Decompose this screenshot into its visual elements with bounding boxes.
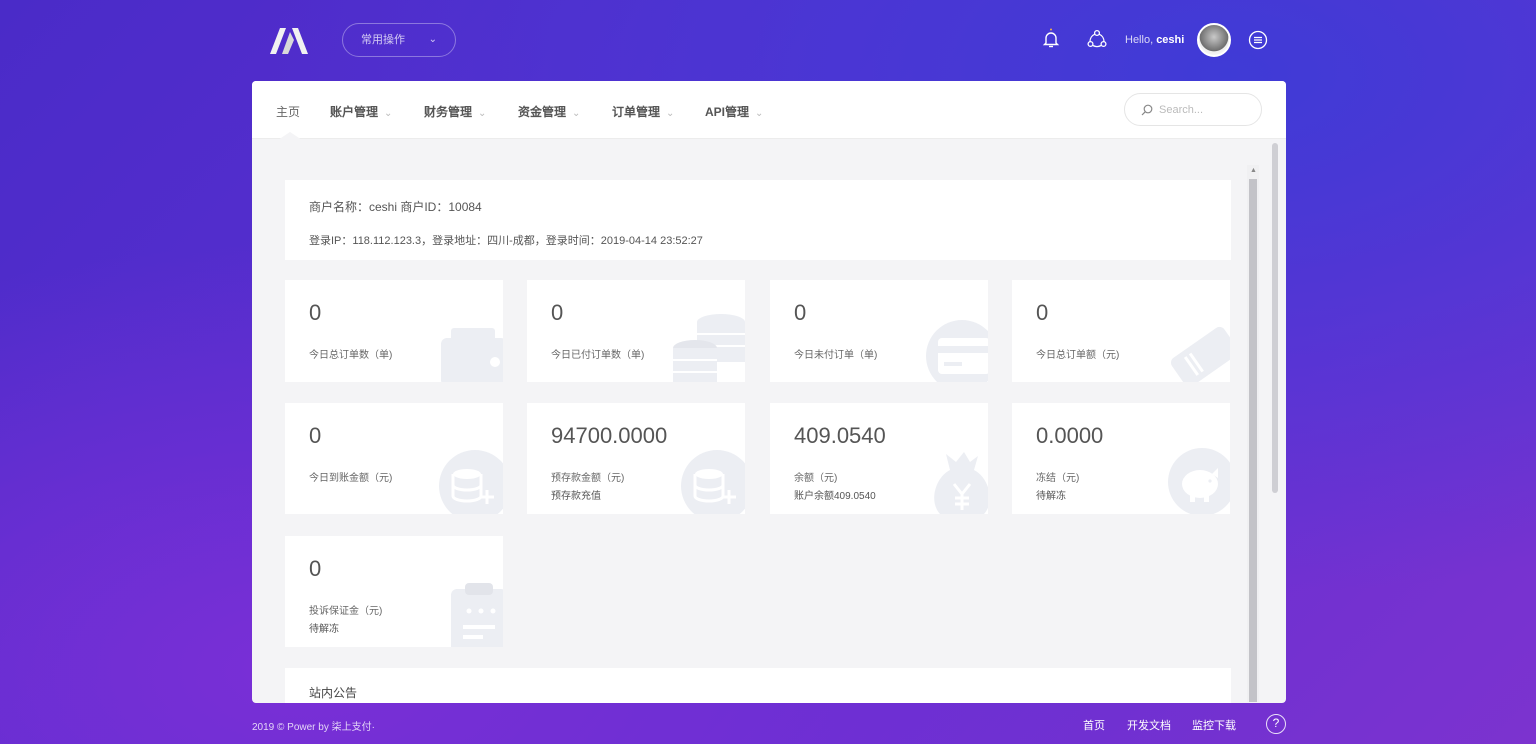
stat-label: 今日到账金额（元) (309, 473, 393, 484)
chevron-down-icon: ⌄ (478, 108, 487, 119)
stat-value: 0 (551, 300, 564, 325)
stat-sub: 待解冻 (309, 624, 339, 635)
nav-bar: 主页 账户管理 ⌄ 财务管理 ⌄ 资金管理 ⌄ 订单管理 ⌄ API管理 ⌄ (252, 81, 1286, 139)
help-icon[interactable]: ? (1266, 714, 1286, 734)
menu-icon[interactable] (1248, 30, 1268, 50)
prepaid-recharge-link[interactable]: 预存款充值 (551, 487, 601, 502)
stat-label: 今日未付订单（单) (794, 350, 878, 361)
search-box[interactable] (1124, 93, 1262, 126)
logo[interactable] (268, 26, 310, 56)
nav-item-account[interactable]: 账户管理 ⌄ (330, 103, 392, 120)
nav-item-label: 财务管理 (424, 105, 473, 119)
stat-value: 0 (309, 423, 322, 448)
credit-card-icon (926, 320, 988, 382)
stat-value: 0 (309, 300, 322, 325)
footer-link-monitor-download[interactable]: 监控下载 (1192, 717, 1236, 733)
nav-item-api[interactable]: API管理 ⌄ (705, 103, 763, 120)
username[interactable]: ceshi (1156, 34, 1184, 46)
stat-card-prepaid-amount[interactable]: 94700.0000 预存款金额（元) 预存款充值 (527, 403, 745, 514)
dashboard-content: 商户名称：ceshi 商户ID：10084 登录IP：118.112.123.3… (268, 165, 1232, 703)
merchant-name-id: 商户名称：ceshi 商户ID：10084 (309, 200, 482, 214)
chevron-down-icon: ⌄ (755, 108, 764, 119)
clipboard-icon (451, 583, 503, 647)
nav-item-finance[interactable]: 财务管理 ⌄ (424, 103, 486, 120)
stat-value: 0.0000 (1036, 423, 1104, 448)
announcements-title: 站内公告 (309, 686, 358, 700)
active-nav-indicator (278, 132, 302, 140)
avatar[interactable] (1197, 23, 1231, 57)
stat-label: 投诉保证金（元) (309, 606, 383, 617)
footer-link-home[interactable]: 首页 (1083, 717, 1105, 733)
coin-add-icon (681, 450, 745, 514)
stat-value: 0 (794, 300, 807, 325)
greeting: Hello, ceshi (1125, 34, 1184, 46)
stat-sub: 账户余额409.0540 (794, 491, 876, 502)
footer-link-dev-docs[interactable]: 开发文档 (1127, 717, 1171, 733)
top-bar: 常用操作 ⌄ Hello, ceshi (252, 18, 1286, 64)
wallet-icon (441, 328, 503, 382)
chevron-down-icon: ⌄ (428, 34, 437, 45)
stat-card-complaint-deposit[interactable]: 0 投诉保证金（元) 待解冻 (285, 536, 503, 647)
greeting-prefix: Hello, (1125, 34, 1157, 46)
stat-label: 预存款金额（元) (551, 473, 625, 484)
stat-value: 0 (1036, 300, 1049, 325)
share-icon[interactable] (1086, 28, 1108, 50)
bell-icon[interactable] (1040, 28, 1062, 50)
merchant-info-card: 商户名称：ceshi 商户ID：10084 登录IP：118.112.123.3… (285, 180, 1231, 260)
stat-card-today-unpaid-orders[interactable]: 0 今日未付订单（单) (770, 280, 988, 382)
announcements-card: 站内公告 (285, 668, 1231, 703)
stat-card-today-order-amount[interactable]: 0 今日总订单额（元) (1012, 280, 1230, 382)
chevron-down-icon: ⌄ (384, 108, 393, 119)
nav-item-funds[interactable]: 资金管理 ⌄ (518, 103, 580, 120)
nav-item-label: 账户管理 (330, 105, 379, 119)
stat-sub: 待解冻 (1036, 491, 1066, 502)
search-icon (1141, 104, 1153, 116)
nav-item-label: API管理 (705, 105, 750, 119)
stat-label: 余额（元) (794, 473, 838, 484)
page-scrollbar[interactable] (1272, 143, 1278, 493)
stat-card-frozen[interactable]: 0.0000 冻结（元) 待解冻 (1012, 403, 1230, 514)
quick-actions-label: 常用操作 (361, 34, 405, 46)
nav-item-label: 资金管理 (518, 105, 567, 119)
chevron-down-icon: ⌄ (666, 108, 675, 119)
stat-card-today-orders[interactable]: 0 今日总订单数（单) (285, 280, 503, 382)
footer-copyright: 2019 © Power by 柒上支付· (252, 722, 375, 733)
stat-label: 今日总订单额（元) (1036, 350, 1120, 361)
stat-card-balance[interactable]: 409.0540 余额（元) 账户余额409.0540 (770, 403, 988, 514)
stat-card-today-received[interactable]: 0 今日到账金额（元) (285, 403, 503, 514)
stat-value: 94700.0000 (551, 423, 668, 448)
nav-item-home[interactable]: 主页 (276, 103, 300, 120)
money-bag-icon (934, 452, 988, 514)
quick-actions-dropdown[interactable]: 常用操作 ⌄ (342, 23, 456, 57)
ticket-icon (1170, 326, 1230, 382)
login-info: 登录IP：118.112.123.3，登录地址：四川-成都，登录时间：2019-… (309, 235, 703, 247)
nav-item-label: 订单管理 (612, 105, 661, 119)
chevron-down-icon: ⌄ (572, 108, 581, 119)
stat-label: 今日已付订单数（单) (551, 350, 645, 361)
main-panel: 主页 账户管理 ⌄ 财务管理 ⌄ 资金管理 ⌄ 订单管理 ⌄ API管理 ⌄ 商户名称：c… (252, 81, 1286, 703)
nav-item-orders[interactable]: 订单管理 ⌄ (612, 103, 674, 120)
scroll-up-icon[interactable]: ▲ (1250, 167, 1257, 174)
coin-add-icon (439, 450, 503, 514)
search-input[interactable] (1159, 101, 1249, 119)
stat-label: 今日总订单数（单) (309, 350, 393, 361)
piggy-bank-icon (1168, 448, 1230, 514)
stat-card-today-paid-orders[interactable]: 0 今日已付订单数（单) (527, 280, 745, 382)
stat-value: 0 (309, 556, 322, 581)
scrollbar-thumb[interactable] (1249, 179, 1257, 702)
coins-icon (673, 314, 745, 382)
content-scrollbar[interactable]: ▲ (1247, 165, 1259, 702)
stat-label: 冻结（元) (1036, 473, 1080, 484)
stat-value: 409.0540 (794, 423, 886, 448)
